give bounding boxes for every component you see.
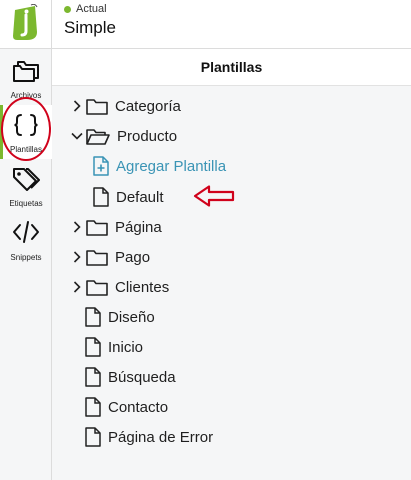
curly-braces-icon	[14, 114, 38, 136]
theme-name: Simple	[64, 18, 116, 37]
tree-item-label: Página de Error	[108, 428, 214, 446]
tree-item-label: Página	[115, 218, 162, 236]
tags-icon	[13, 168, 40, 191]
folder-open-icon	[86, 128, 110, 145]
tree-item-label: Diseño	[108, 308, 155, 326]
file-icon	[93, 187, 109, 207]
folder-icon	[86, 219, 108, 236]
code-icon	[13, 221, 39, 243]
annotation-arrow-icon	[193, 185, 235, 207]
folder-icon	[86, 249, 108, 266]
tree-file-diseno[interactable]: Diseño	[85, 305, 155, 329]
tree-folder-pago[interactable]: Pago	[70, 245, 150, 269]
tree-item-label: Búsqueda	[108, 368, 176, 386]
templates-panel: Plantillas Categoría Producto Agregar Pl…	[52, 48, 411, 480]
add-file-icon	[93, 156, 109, 176]
tree-file-default[interactable]: Default	[93, 185, 164, 209]
chevron-right-icon	[73, 221, 81, 233]
file-icon	[85, 307, 101, 327]
file-icon	[85, 397, 101, 417]
tree-file-contacto[interactable]: Contacto	[85, 395, 168, 419]
header: Actual Simple	[52, 0, 411, 48]
tree-item-label: Default	[116, 188, 164, 206]
tree-folder-pagina[interactable]: Página	[70, 215, 162, 239]
tree-item-label: Clientes	[115, 278, 170, 296]
tree-item-label: Agregar Plantilla	[116, 157, 227, 175]
sidebar-item-etiquetas[interactable]: Etiquetas	[0, 159, 52, 213]
tree-item-label: Inicio	[108, 338, 144, 356]
tree-folder-clientes[interactable]: Clientes	[70, 275, 169, 299]
sidebar-item-archivos[interactable]: Archivos	[0, 51, 52, 105]
chevron-right-icon	[73, 251, 81, 263]
tree-item-label: Pago	[115, 248, 151, 266]
sidebar-item-snippets[interactable]: Snippets	[0, 213, 52, 267]
folder-icon	[86, 98, 108, 115]
tree-file-pagina-de-error[interactable]: Página de Error	[85, 425, 213, 449]
sidebar-item-label: Plantillas	[9, 145, 42, 154]
chevron-down-icon	[71, 132, 83, 140]
chevron-right-icon	[73, 281, 81, 293]
panel-title: Plantillas	[52, 49, 411, 86]
status-dot-icon	[64, 5, 71, 13]
folders-icon	[13, 61, 39, 82]
tree-item-label: Producto	[117, 127, 178, 145]
file-icon	[85, 337, 101, 357]
jumpseller-logo-icon	[13, 4, 38, 40]
tree-file-busqueda[interactable]: Búsqueda	[85, 365, 176, 389]
tree-file-inicio[interactable]: Inicio	[85, 335, 143, 359]
folder-icon	[86, 279, 108, 296]
tree-folder-producto[interactable]: Producto	[70, 124, 177, 148]
tree-folder-categoria[interactable]: Categoría	[70, 94, 181, 118]
status-label: Actual	[76, 3, 107, 15]
tree-item-label: Categoría	[115, 97, 181, 115]
chevron-right-icon	[73, 100, 81, 112]
sidebar-item-label: Snippets	[10, 253, 42, 262]
sidebar-item-label: Etiquetas	[9, 199, 43, 208]
sidebar-rail: Archivos Plantillas Etiquetas Snippets	[0, 48, 52, 480]
file-icon	[85, 427, 101, 447]
add-template-link[interactable]: Agregar Plantilla	[93, 154, 226, 178]
tree-item-label: Contacto	[108, 398, 169, 416]
app-logo-cell[interactable]	[0, 0, 52, 48]
sidebar-item-plantillas[interactable]: Plantillas	[0, 105, 52, 159]
file-icon	[85, 367, 101, 387]
theme-status: Actual	[64, 3, 107, 15]
sidebar-item-label: Archivos	[10, 91, 42, 100]
